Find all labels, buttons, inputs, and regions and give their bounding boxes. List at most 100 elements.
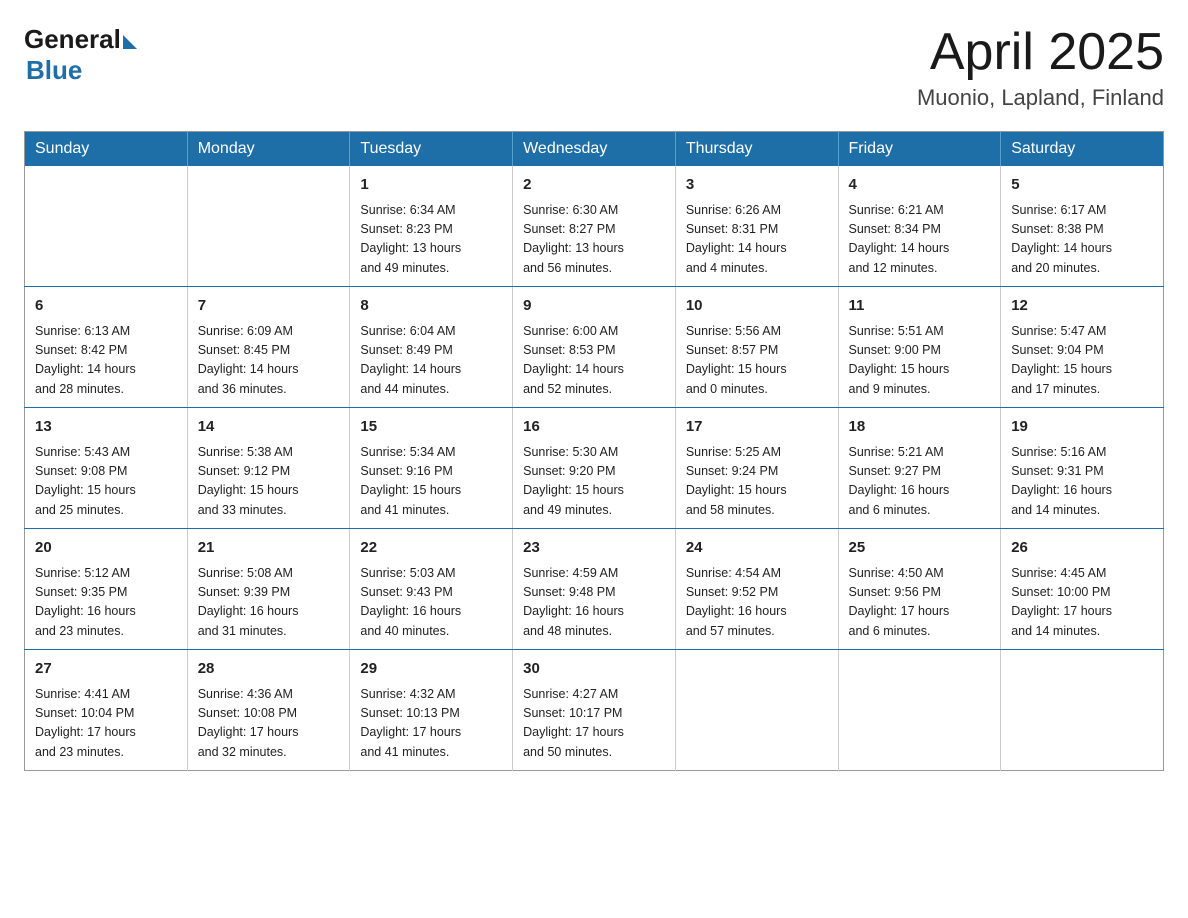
- day-info: Sunrise: 5:43 AM Sunset: 9:08 PM Dayligh…: [35, 443, 177, 521]
- day-info: Sunrise: 6:04 AM Sunset: 8:49 PM Dayligh…: [360, 322, 502, 400]
- day-number: 4: [849, 174, 991, 197]
- day-number: 20: [35, 537, 177, 560]
- weekday-header-thursday: Thursday: [675, 132, 838, 167]
- day-info: Sunrise: 6:09 AM Sunset: 8:45 PM Dayligh…: [198, 322, 340, 400]
- calendar-week-row: 13 Sunrise: 5:43 AM Sunset: 9:08 PM Dayli…: [25, 408, 1164, 529]
- day-number: 16: [523, 416, 665, 439]
- day-info: Sunrise: 6:26 AM Sunset: 8:31 PM Dayligh…: [686, 201, 828, 279]
- day-info: Sunrise: 5:21 AM Sunset: 9:27 PM Dayligh…: [849, 443, 991, 521]
- weekday-header-sunday: Sunday: [25, 132, 188, 167]
- calendar-day-cell: 30 Sunrise: 4:27 AM Sunset: 10:17 PM Dayl…: [513, 650, 676, 771]
- day-info: Sunrise: 5:03 AM Sunset: 9:43 PM Dayligh…: [360, 564, 502, 642]
- logo: General Blue: [24, 24, 137, 86]
- calendar-day-cell: 1Sunrise: 6:34 AM Sunset: 8:23 PM Daylig…: [350, 166, 513, 287]
- day-number: 1: [360, 174, 502, 197]
- day-number: 5: [1011, 174, 1153, 197]
- calendar-day-cell: 14Sunrise: 5:38 AM Sunset: 9:12 PM Dayli…: [187, 408, 350, 529]
- day-number: 28: [198, 658, 340, 681]
- calendar-week-row: 27 Sunrise: 4:41 AM Sunset: 10:04 PM Dayl…: [25, 650, 1164, 771]
- day-info: Sunrise: 4:45 AM Sunset: 10:00 PM Daylig…: [1011, 564, 1153, 642]
- day-info: Sunrise: 4:27 AM Sunset: 10:17 PM Daylig…: [523, 685, 665, 763]
- day-info: Sunrise: 5:12 AM Sunset: 9:35 PM Dayligh…: [35, 564, 177, 642]
- calendar-day-cell: 7 Sunrise: 6:09 AM Sunset: 8:45 PM Daylig…: [187, 287, 350, 408]
- day-number: 14: [198, 416, 340, 439]
- calendar-week-row: 1Sunrise: 6:34 AM Sunset: 8:23 PM Daylig…: [25, 166, 1164, 287]
- day-info: Sunrise: 4:59 AM Sunset: 9:48 PM Dayligh…: [523, 564, 665, 642]
- day-info: Sunrise: 6:17 AM Sunset: 8:38 PM Dayligh…: [1011, 201, 1153, 279]
- calendar-day-cell: 26 Sunrise: 4:45 AM Sunset: 10:00 PM Dayl…: [1001, 529, 1164, 650]
- day-number: 15: [360, 416, 502, 439]
- day-number: 8: [360, 295, 502, 318]
- calendar-day-cell: 15 Sunrise: 5:34 AM Sunset: 9:16 PM Dayli…: [350, 408, 513, 529]
- month-title: April 2025: [917, 24, 1164, 81]
- calendar-day-cell: 12 Sunrise: 5:47 AM Sunset: 9:04 PM Dayli…: [1001, 287, 1164, 408]
- calendar-week-row: 20 Sunrise: 5:12 AM Sunset: 9:35 PM Dayli…: [25, 529, 1164, 650]
- calendar-day-cell: 8 Sunrise: 6:04 AM Sunset: 8:49 PM Daylig…: [350, 287, 513, 408]
- calendar-day-cell: 11Sunrise: 5:51 AM Sunset: 9:00 PM Dayli…: [838, 287, 1001, 408]
- calendar-day-cell: [1001, 650, 1164, 771]
- calendar-header-row: SundayMondayTuesdayWednesdayThursdayFrid…: [25, 132, 1164, 167]
- day-info: Sunrise: 5:16 AM Sunset: 9:31 PM Dayligh…: [1011, 443, 1153, 521]
- day-info: Sunrise: 6:30 AM Sunset: 8:27 PM Dayligh…: [523, 201, 665, 279]
- calendar-day-cell: [187, 166, 350, 287]
- day-info: Sunrise: 6:13 AM Sunset: 8:42 PM Dayligh…: [35, 322, 177, 400]
- day-number: 13: [35, 416, 177, 439]
- day-info: Sunrise: 4:54 AM Sunset: 9:52 PM Dayligh…: [686, 564, 828, 642]
- day-number: 23: [523, 537, 665, 560]
- page-header: General Blue April 2025 Muonio, Lapland,…: [24, 24, 1164, 111]
- calendar-day-cell: 2Sunrise: 6:30 AM Sunset: 8:27 PM Daylig…: [513, 166, 676, 287]
- day-info: Sunrise: 5:56 AM Sunset: 8:57 PM Dayligh…: [686, 322, 828, 400]
- day-number: 26: [1011, 537, 1153, 560]
- weekday-header-wednesday: Wednesday: [513, 132, 676, 167]
- calendar-day-cell: [838, 650, 1001, 771]
- day-number: 12: [1011, 295, 1153, 318]
- calendar-day-cell: 9Sunrise: 6:00 AM Sunset: 8:53 PM Daylig…: [513, 287, 676, 408]
- day-info: Sunrise: 5:08 AM Sunset: 9:39 PM Dayligh…: [198, 564, 340, 642]
- calendar-day-cell: 19 Sunrise: 5:16 AM Sunset: 9:31 PM Dayli…: [1001, 408, 1164, 529]
- title-section: April 2025 Muonio, Lapland, Finland: [917, 24, 1164, 111]
- calendar-day-cell: 3 Sunrise: 6:26 AM Sunset: 8:31 PM Daylig…: [675, 166, 838, 287]
- weekday-header-saturday: Saturday: [1001, 132, 1164, 167]
- day-info: Sunrise: 5:30 AM Sunset: 9:20 PM Dayligh…: [523, 443, 665, 521]
- calendar-day-cell: 24Sunrise: 4:54 AM Sunset: 9:52 PM Dayli…: [675, 529, 838, 650]
- day-info: Sunrise: 5:25 AM Sunset: 9:24 PM Dayligh…: [686, 443, 828, 521]
- calendar-day-cell: 28Sunrise: 4:36 AM Sunset: 10:08 PM Dayl…: [187, 650, 350, 771]
- day-number: 19: [1011, 416, 1153, 439]
- day-info: Sunrise: 6:21 AM Sunset: 8:34 PM Dayligh…: [849, 201, 991, 279]
- calendar-day-cell: 5 Sunrise: 6:17 AM Sunset: 8:38 PM Daylig…: [1001, 166, 1164, 287]
- day-number: 7: [198, 295, 340, 318]
- calendar-day-cell: 17 Sunrise: 5:25 AM Sunset: 9:24 PM Dayli…: [675, 408, 838, 529]
- calendar-day-cell: [675, 650, 838, 771]
- day-info: Sunrise: 4:50 AM Sunset: 9:56 PM Dayligh…: [849, 564, 991, 642]
- weekday-header-friday: Friday: [838, 132, 1001, 167]
- calendar-day-cell: 16 Sunrise: 5:30 AM Sunset: 9:20 PM Dayli…: [513, 408, 676, 529]
- calendar-day-cell: 27 Sunrise: 4:41 AM Sunset: 10:04 PM Dayl…: [25, 650, 188, 771]
- calendar-day-cell: 22 Sunrise: 5:03 AM Sunset: 9:43 PM Dayli…: [350, 529, 513, 650]
- calendar-day-cell: 18 Sunrise: 5:21 AM Sunset: 9:27 PM Dayli…: [838, 408, 1001, 529]
- location: Muonio, Lapland, Finland: [917, 85, 1164, 111]
- day-number: 6: [35, 295, 177, 318]
- calendar-day-cell: 6 Sunrise: 6:13 AM Sunset: 8:42 PM Daylig…: [25, 287, 188, 408]
- day-info: Sunrise: 4:32 AM Sunset: 10:13 PM Daylig…: [360, 685, 502, 763]
- day-number: 10: [686, 295, 828, 318]
- calendar-day-cell: 4 Sunrise: 6:21 AM Sunset: 8:34 PM Daylig…: [838, 166, 1001, 287]
- day-number: 21: [198, 537, 340, 560]
- logo-arrow-icon: [123, 35, 137, 49]
- calendar-day-cell: 13 Sunrise: 5:43 AM Sunset: 9:08 PM Dayli…: [25, 408, 188, 529]
- day-number: 27: [35, 658, 177, 681]
- calendar-day-cell: 21 Sunrise: 5:08 AM Sunset: 9:39 PM Dayli…: [187, 529, 350, 650]
- day-number: 17: [686, 416, 828, 439]
- day-number: 18: [849, 416, 991, 439]
- day-info: Sunrise: 4:41 AM Sunset: 10:04 PM Daylig…: [35, 685, 177, 763]
- calendar-week-row: 6 Sunrise: 6:13 AM Sunset: 8:42 PM Daylig…: [25, 287, 1164, 408]
- day-info: Sunrise: 6:00 AM Sunset: 8:53 PM Dayligh…: [523, 322, 665, 400]
- day-number: 22: [360, 537, 502, 560]
- calendar-day-cell: [25, 166, 188, 287]
- day-number: 25: [849, 537, 991, 560]
- day-info: Sunrise: 5:34 AM Sunset: 9:16 PM Dayligh…: [360, 443, 502, 521]
- day-info: Sunrise: 5:47 AM Sunset: 9:04 PM Dayligh…: [1011, 322, 1153, 400]
- weekday-header-tuesday: Tuesday: [350, 132, 513, 167]
- day-number: 30: [523, 658, 665, 681]
- day-number: 3: [686, 174, 828, 197]
- calendar-day-cell: 10 Sunrise: 5:56 AM Sunset: 8:57 PM Dayli…: [675, 287, 838, 408]
